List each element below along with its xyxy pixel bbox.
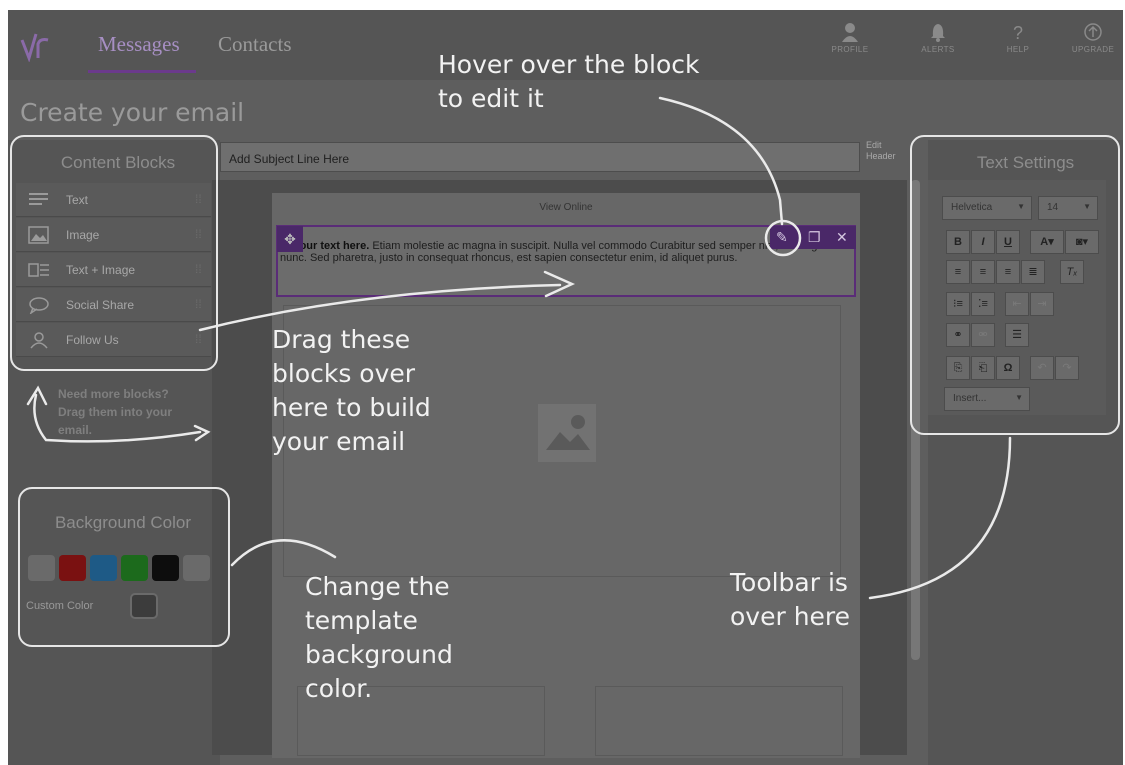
annotation-change-color: Change the template background color.: [305, 572, 453, 703]
annotation-toolbar: Toolbar is over here: [730, 568, 851, 631]
annotation-drag: Drag these blocks over here to build you…: [272, 325, 431, 456]
annotation-hover: Hover over the block to edit it: [438, 50, 700, 113]
